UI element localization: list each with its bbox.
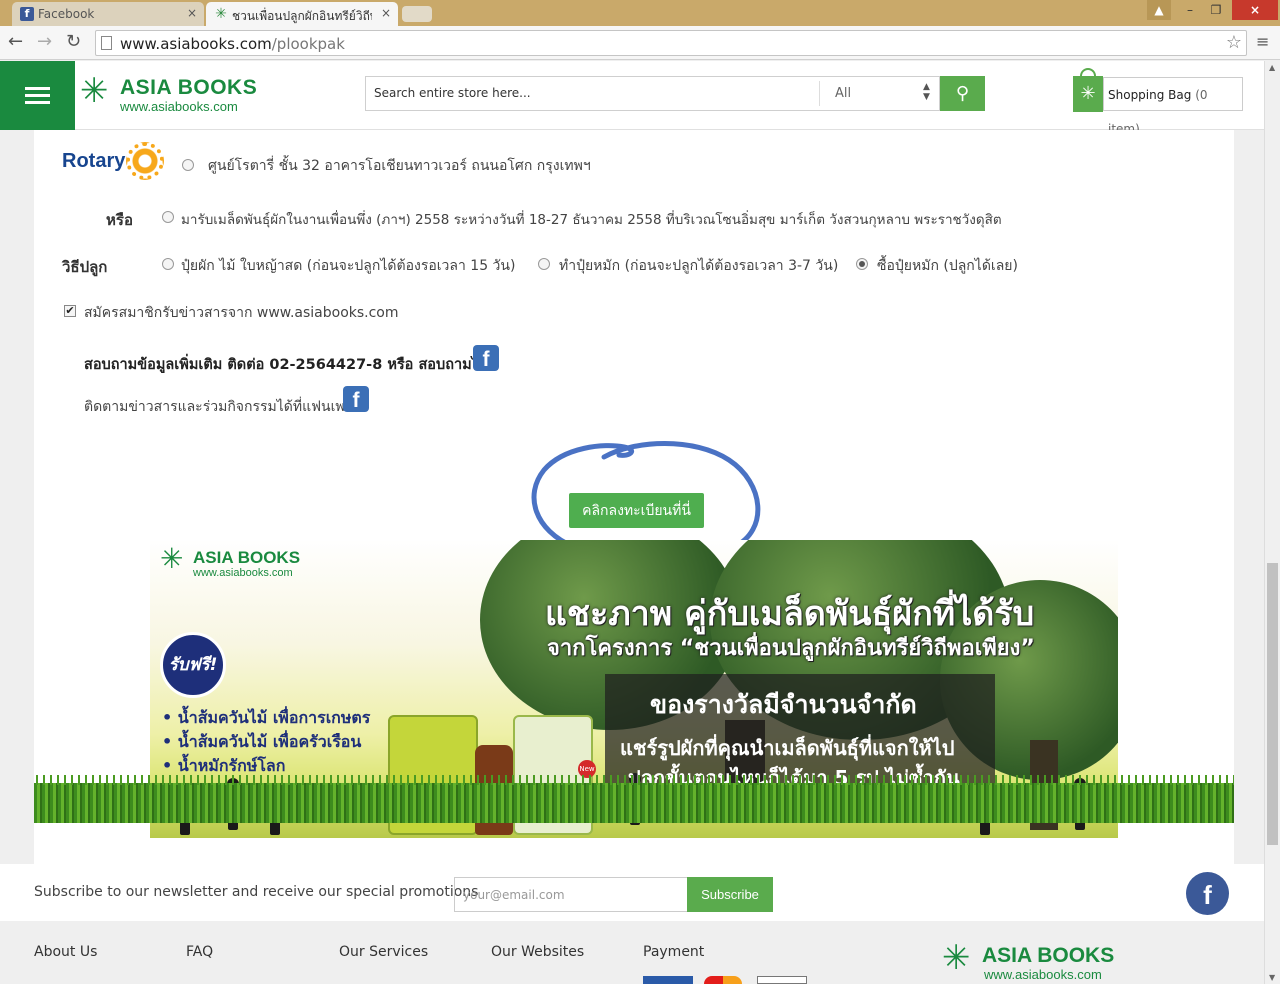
method-label: วิธีปลูก — [62, 258, 108, 276]
method-2-label: ทำปุ๋ยหมัก (ก่อนจะปลูกได้ต้องรอเวลา 3-7 … — [559, 258, 839, 274]
tab-plookpak[interactable]: ✳ ชวนเพื่อนปลูกผักอินทรีย์วิถีพอ × — [206, 2, 398, 26]
site-header: ✳ ASIA BOOKS www.asiabooks.com Search en… — [0, 61, 1264, 136]
search-icon: ⚲ — [955, 83, 970, 104]
facebook-icon[interactable]: f — [343, 386, 369, 412]
page-icon — [101, 36, 112, 50]
free-item: • น้ำส้มควันไม้ เพื่อการเกษตร — [162, 708, 371, 727]
back-icon[interactable]: ← — [8, 32, 23, 52]
subscribe-button[interactable]: Subscribe — [687, 877, 773, 912]
window-close-icon[interactable]: × — [1232, 0, 1278, 20]
shopping-bag[interactable]: ✳ Shopping Bag (0 item) — [1073, 68, 1243, 136]
url-text: www.asiabooks.com/plookpak — [120, 35, 345, 53]
maximize-icon[interactable]: ❐ — [1204, 0, 1228, 20]
tab-facebook[interactable]: f Facebook × — [12, 2, 204, 26]
bookmark-star-icon[interactable]: ☆ — [1226, 32, 1242, 53]
radio-method-2[interactable] — [538, 258, 550, 270]
contact-line: สอบถามข้อมูลเพิ่มเติม ติดต่อ 02-2564427-… — [84, 357, 498, 373]
new-tab-button[interactable] — [402, 6, 432, 22]
footer-logo[interactable]: ✳ ASIA BOOKS www.asiabooks.com — [942, 938, 1132, 982]
free-items-list: • น้ำส้มควันไม้ เพื่อการเกษตร • น้ำส้มคว… — [162, 706, 370, 778]
browser-menu-icon[interactable]: ≡ — [1256, 32, 1269, 51]
footer-logo-url: www.asiabooks.com — [984, 967, 1102, 982]
footer-link-payment[interactable]: Payment — [643, 944, 704, 960]
rotary-wheel-icon — [126, 142, 164, 180]
rotary-option-label: ศูนย์โรตารี่ ชั้น 32 อาคารโอเชียนทาวเวอร… — [208, 158, 591, 174]
forward-icon[interactable]: → — [37, 32, 52, 52]
radio-event-pickup[interactable] — [162, 211, 174, 223]
radio-method-1[interactable] — [162, 258, 174, 270]
search-divider — [819, 81, 820, 106]
registration-form: Rotary ศูนย์โรตารี่ ชั้น 32 อาคารโอเชียน… — [34, 130, 1234, 865]
category-select[interactable]: All — [835, 86, 851, 101]
or-label: หรือ — [106, 211, 133, 229]
cash-card-icon — [757, 976, 807, 984]
free-item: • น้ำส้มควันไม้ เพื่อครัวเรือน — [162, 732, 362, 751]
scroll-thumb[interactable] — [1267, 563, 1278, 845]
banner-logo-name: ASIA BOOKS — [193, 548, 301, 567]
logo-name: ASIA BOOKS — [120, 76, 258, 99]
footer-logo-name: ASIA BOOKS — [982, 944, 1115, 967]
minimize-icon[interactable]: – — [1178, 0, 1202, 20]
search-input[interactable]: Search entire store here... — [374, 86, 531, 100]
footer-link-services[interactable]: Our Services — [339, 944, 428, 960]
user-icon[interactable]: ▲ — [1147, 0, 1171, 20]
facebook-icon: f — [20, 7, 34, 21]
newsletter-text: Subscribe to our newsletter and receive … — [34, 884, 479, 900]
scroll-down-icon[interactable]: ▼ — [1269, 973, 1275, 982]
footer-link-websites[interactable]: Our Websites — [491, 944, 584, 960]
hamburger-menu-button[interactable] — [0, 61, 75, 130]
method-3-label: ซื้อปุ๋ยหมัก (ปลูกได้เลย) — [877, 258, 1018, 274]
newsletter-checkbox[interactable]: ✔ — [64, 305, 76, 317]
page-viewport: ✳ ASIA BOOKS www.asiabooks.com Search en… — [0, 61, 1264, 984]
url-field[interactable]: www.asiabooks.com/plookpak ☆ — [95, 30, 1247, 56]
radio-method-3[interactable] — [856, 258, 868, 270]
follow-line: ติดตามข่าวสารและร่วมกิจกรรมได้ที่แฟนเพจ — [84, 399, 353, 415]
logo-url: www.asiabooks.com — [120, 99, 238, 114]
banner-subheadline: จากโครงการ “ชวนเพื่อนปลูกผักอินทรีย์วิถี… — [547, 636, 1035, 661]
amex-card-icon — [643, 976, 693, 984]
asiabooks-star-icon: ✳ — [80, 71, 109, 111]
facebook-icon[interactable]: f — [1186, 872, 1229, 915]
facebook-icon[interactable]: f — [473, 345, 499, 371]
address-bar: ← → ↻ www.asiabooks.com/plookpak ☆ ≡ — [0, 26, 1280, 60]
browser-tab-bar: f Facebook × ✳ ชวนเพื่อนปลูกผักอินทรีย์ว… — [0, 0, 1280, 26]
reload-icon[interactable]: ↻ — [66, 32, 81, 52]
footer-link-about[interactable]: About Us — [34, 944, 97, 960]
search-button[interactable]: ⚲ — [940, 76, 985, 111]
event-option-label: มารับเมล็ดพันธุ์ผักในงานเพื่อนพึ่ง (ภาฯ)… — [181, 212, 1002, 228]
tab-title: Facebook — [38, 7, 95, 21]
site-logo[interactable]: ✳ ASIA BOOKS www.asiabooks.com — [80, 74, 260, 116]
bag-label: Shopping Bag — [1108, 88, 1192, 102]
rotary-logo: Rotary — [62, 142, 172, 184]
banner-prize: ของรางวัลมีจำนวนจำกัด — [650, 690, 917, 719]
footer-link-faq[interactable]: FAQ — [186, 944, 213, 960]
email-field[interactable]: your@email.com — [454, 877, 688, 912]
method-1-label: ปุ๋ยผัก ไม้ ใบหญ้าสด (ก่อนจะปลูกได้ต้องร… — [181, 258, 516, 274]
grass-decoration — [34, 775, 1234, 823]
tab-title: ชวนเพื่อนปลูกผักอินทรีย์วิถีพอ — [232, 9, 372, 23]
radio-rotary-pickup[interactable] — [182, 159, 194, 171]
newsletter-bar: Subscribe to our newsletter and receive … — [0, 864, 1264, 921]
newsletter-check-label: สมัครสมาชิกรับข่าวสารจาก www.asiabooks.c… — [84, 305, 399, 321]
shopping-bag-icon: ✳ — [1073, 76, 1103, 112]
banner-logo-url: www.asiabooks.com — [193, 567, 293, 579]
rotary-label: Rotary — [62, 150, 126, 172]
bag-summary[interactable]: Shopping Bag (0 item) — [1103, 77, 1243, 136]
close-icon[interactable]: × — [381, 6, 391, 20]
page-scrollbar[interactable]: ▲ ▼ — [1264, 61, 1280, 984]
asiabooks-star-icon: ✳ — [942, 938, 971, 978]
search-box: Search entire store here... All ▲ ▼ — [365, 76, 940, 111]
banner-logo: ✳ ASIA BOOKS www.asiabooks.com — [160, 542, 310, 580]
mastercard-icon — [704, 976, 742, 984]
footer-links: About Us FAQ Our Services Our Websites P… — [0, 921, 1264, 984]
select-arrows-icon: ▲ ▼ — [923, 82, 930, 102]
asiabooks-star-icon: ✳ — [215, 6, 227, 22]
free-badge: รับฟรี! — [160, 632, 226, 698]
scroll-up-icon[interactable]: ▲ — [1269, 63, 1275, 72]
asiabooks-star-icon: ✳ — [160, 542, 184, 575]
banner-prize-line: แชร์รูปผักที่คุณนำเมล็ดพันธุ์ที่แจกให้ไป — [620, 736, 955, 760]
close-icon[interactable]: × — [187, 6, 197, 20]
